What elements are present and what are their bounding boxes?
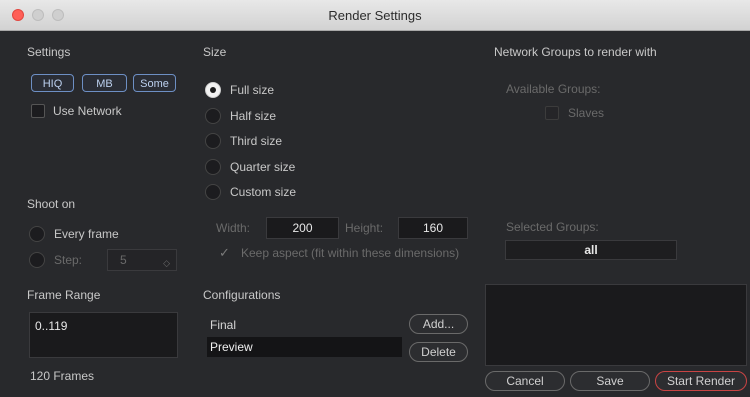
title-bar: Render Settings [0, 0, 750, 31]
frame-range-value: 0..119 [35, 319, 68, 333]
shoot-on-header: Shoot on [27, 197, 76, 211]
quarter-size-label: Quarter size [230, 160, 296, 174]
every-frame-label: Every frame [54, 227, 119, 241]
settings-header: Settings [27, 45, 71, 59]
width-label: Width: [216, 221, 251, 235]
third-size-label: Third size [230, 134, 283, 148]
frame-range-field[interactable]: 0..119 [29, 312, 178, 358]
start-render-button[interactable]: Start Render [655, 371, 747, 391]
use-network-label: Use Network [53, 104, 122, 118]
full-size-radio[interactable] [205, 82, 221, 98]
use-network-checkbox[interactable] [31, 104, 45, 118]
window-title: Render Settings [328, 8, 422, 23]
half-size-radio[interactable] [205, 108, 221, 124]
some-button[interactable]: Some [133, 74, 176, 92]
custom-size-label: Custom size [230, 185, 297, 199]
hiq-button[interactable]: HIQ [31, 74, 74, 92]
frame-count-label: 120 Frames [30, 369, 95, 383]
network-groups-list[interactable] [485, 284, 747, 366]
height-label: Height: [345, 221, 384, 235]
render-settings-window: Render Settings Settings HIQ MB Some Use… [0, 0, 750, 397]
configurations-header: Configurations [203, 288, 281, 302]
frame-range-header: Frame Range [27, 288, 101, 302]
add-configuration-button[interactable]: Add... [409, 314, 468, 334]
every-frame-radio[interactable] [29, 226, 45, 242]
height-field[interactable]: 160 [398, 217, 468, 239]
custom-size-radio[interactable] [205, 184, 221, 200]
network-groups-header: Network Groups to render with [494, 45, 657, 59]
keep-aspect-label: Keep aspect (fit within these dimensions… [241, 246, 460, 260]
third-size-radio[interactable] [205, 133, 221, 149]
mb-button[interactable]: MB [82, 74, 127, 92]
step-value: 5 [120, 253, 127, 267]
stepper-arrows-icon[interactable]: ◇ [163, 253, 170, 273]
selected-groups-label: Selected Groups: [506, 220, 599, 234]
selected-groups-field[interactable]: all [505, 240, 677, 260]
slaves-label: Slaves [568, 106, 605, 120]
step-stepper[interactable]: 5 ◇ [107, 249, 177, 271]
width-field[interactable]: 200 [266, 217, 339, 239]
save-button[interactable]: Save [570, 371, 650, 391]
delete-configuration-button[interactable]: Delete [409, 342, 468, 362]
half-size-label: Half size [230, 109, 277, 123]
available-groups-label: Available Groups: [506, 82, 601, 96]
cancel-button[interactable]: Cancel [485, 371, 565, 391]
full-size-label: Full size [230, 83, 275, 97]
configuration-item-final[interactable]: Final [207, 315, 402, 335]
step-radio[interactable] [29, 252, 45, 268]
slaves-checkbox[interactable] [545, 106, 559, 120]
keep-aspect-check-icon[interactable]: ✓ [219, 245, 230, 261]
quarter-size-radio[interactable] [205, 159, 221, 175]
step-label: Step: [54, 253, 83, 267]
configuration-item-preview[interactable]: Preview [207, 337, 402, 357]
size-header: Size [203, 45, 227, 59]
